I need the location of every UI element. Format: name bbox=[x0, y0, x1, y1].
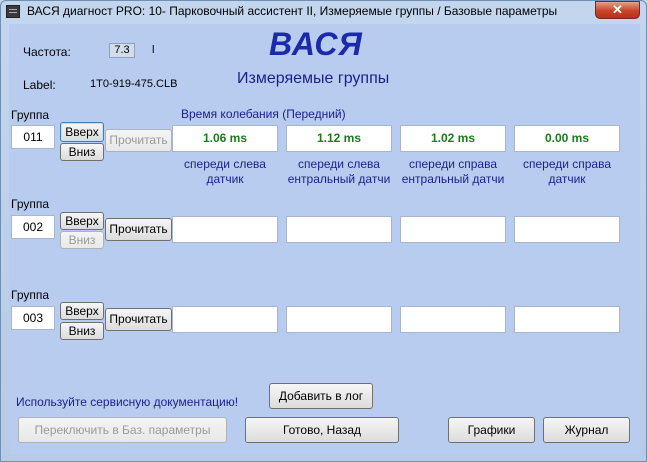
value-field bbox=[286, 216, 392, 243]
freq-unit: l bbox=[152, 44, 155, 56]
group-down-button[interactable]: Вниз bbox=[60, 231, 104, 249]
graphs-button[interactable]: Графики bbox=[448, 417, 535, 443]
brand-logo-text: ВАСЯ bbox=[269, 26, 363, 62]
value-caption: спереди справа датчик bbox=[511, 157, 623, 187]
value-field: 1.06 ms bbox=[172, 125, 278, 152]
value-field bbox=[514, 306, 620, 333]
group-down-button[interactable]: Вниз bbox=[60, 143, 104, 161]
caption-line: ентральный датчи bbox=[287, 172, 391, 186]
done-back-button[interactable]: Готово, Назад bbox=[245, 417, 399, 443]
group-label: Группа bbox=[11, 288, 50, 302]
caption-line: спереди слева bbox=[184, 157, 266, 171]
page-subtitle: Измеряемые группы bbox=[237, 70, 390, 87]
main-window: ВАСЯ диагност PRO: 10- Парковочный ассис… bbox=[0, 0, 647, 462]
value-field bbox=[172, 306, 278, 333]
caption-line: датчик bbox=[548, 172, 586, 186]
value-caption: спереди слева датчик bbox=[169, 157, 281, 187]
value-field bbox=[400, 306, 506, 333]
group-label: Группа bbox=[11, 197, 50, 211]
freq-value: 7.3 bbox=[109, 43, 135, 58]
value-field bbox=[286, 306, 392, 333]
value-caption: спереди слева ентральный датчи bbox=[283, 157, 395, 187]
group-down-button[interactable]: Вниз bbox=[60, 322, 104, 340]
journal-button[interactable]: Журнал bbox=[543, 417, 630, 443]
value-field bbox=[400, 216, 506, 243]
group-up-button[interactable]: Вверх bbox=[60, 212, 104, 230]
value-field: 0.00 ms bbox=[514, 125, 620, 152]
group-number-input[interactable]: 002 bbox=[11, 215, 55, 239]
caption-line: ентральный датчи bbox=[401, 172, 505, 186]
group-number-input[interactable]: 011 bbox=[11, 125, 55, 149]
service-note: Используйте сервисную документацию! bbox=[16, 395, 239, 409]
value-field bbox=[514, 216, 620, 243]
value-field: 1.02 ms bbox=[400, 125, 506, 152]
value-field: 1.12 ms bbox=[286, 125, 392, 152]
title-bar[interactable]: ВАСЯ диагност PRO: 10- Парковочный ассис… bbox=[1, 1, 646, 23]
group-read-button[interactable]: Прочитать bbox=[105, 218, 172, 241]
group-up-button[interactable]: Вверх bbox=[60, 302, 104, 320]
group-header: Время колебания (Передний) bbox=[181, 107, 346, 121]
caption-line: спереди слева bbox=[298, 157, 380, 171]
group-number-input[interactable]: 003 bbox=[11, 306, 55, 330]
label-value: 1T0-919-475.CLB bbox=[90, 78, 178, 90]
value-field bbox=[172, 216, 278, 243]
app-icon bbox=[6, 5, 20, 18]
value-caption: спереди справа ентральный датчи bbox=[397, 157, 509, 187]
caption-line: спереди справа bbox=[522, 157, 612, 171]
label-label: Label: bbox=[23, 78, 56, 92]
window-title: ВАСЯ диагност PRO: 10- Парковочный ассис… bbox=[27, 4, 558, 18]
freq-label: Частота: bbox=[23, 45, 71, 59]
close-button[interactable]: ✕ bbox=[595, 1, 640, 19]
caption-line: датчик bbox=[206, 172, 244, 186]
switch-to-basic-params-button[interactable]: Переключить в Баз. параметры bbox=[18, 417, 227, 443]
group-read-button[interactable]: Прочитать bbox=[105, 308, 172, 331]
caption-line: спереди справа bbox=[408, 157, 498, 171]
group-up-button[interactable]: Вверх bbox=[60, 122, 104, 142]
group-read-button[interactable]: Прочитать bbox=[105, 129, 172, 152]
group-label: Группа bbox=[11, 108, 50, 122]
add-to-log-button[interactable]: Добавить в лог bbox=[269, 383, 373, 409]
